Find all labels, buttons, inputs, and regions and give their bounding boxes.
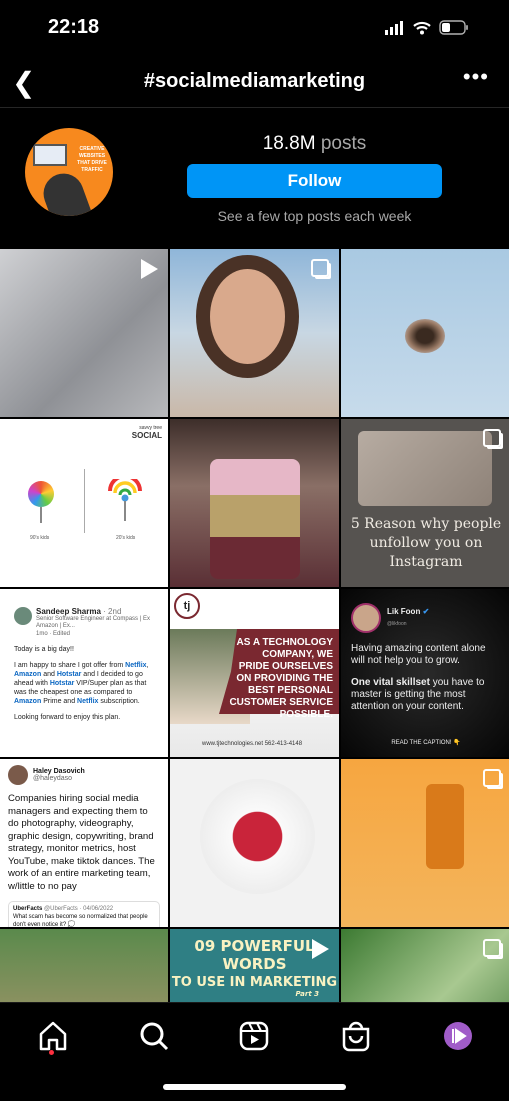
verified-icon: ✔: [422, 607, 430, 616]
reel-icon: [141, 259, 158, 279]
post-tile[interactable]: tj As a technology company, we pride ours…: [170, 589, 339, 757]
post-tile[interactable]: [170, 249, 339, 417]
clock: 22:18: [48, 16, 100, 38]
header: ❮ #socialmediamarketing •••: [0, 56, 509, 108]
post-tile[interactable]: Lik Foon ✔ @likfoon Having amazing conten…: [341, 589, 509, 757]
carousel-icon: [483, 939, 501, 957]
post-tile[interactable]: 5 Reason why people unfollow you on Inst…: [341, 419, 509, 587]
post-tile[interactable]: Sandeep Sharma · 2nd Senior Software Eng…: [0, 589, 168, 757]
post-tile[interactable]: [341, 249, 509, 417]
avatar: [351, 603, 381, 633]
hashtag-avatar: CREATIVE WEBSITES THAT DRIVE TRAFFIC: [25, 128, 113, 216]
post-tile[interactable]: [170, 759, 339, 927]
shop-icon[interactable]: [338, 1018, 374, 1054]
avatar: [8, 765, 28, 785]
profile-avatar-icon[interactable]: [440, 1018, 476, 1054]
reel-icon: [312, 939, 329, 959]
post-grid: savvy tree SOCIAL 90's kids 20's kids 5 …: [0, 249, 509, 1002]
post-tile[interactable]: [170, 419, 339, 587]
post-tile[interactable]: Haley Dasovich @haleydaso Companies hirin…: [0, 759, 168, 927]
more-options-icon[interactable]: •••: [463, 64, 489, 90]
post-tile[interactable]: 09 POWERFUL WORDS TO USE IN MARKETING Pa…: [170, 929, 339, 1002]
status-bar: 22:18: [0, 0, 509, 56]
carousel-icon: [311, 259, 329, 277]
home-indicator[interactable]: [163, 1084, 346, 1090]
carousel-icon: [483, 769, 501, 787]
post-tile[interactable]: [0, 249, 168, 417]
avatar: [14, 607, 32, 625]
search-icon[interactable]: [136, 1018, 172, 1054]
post-tile[interactable]: savvy tree SOCIAL 90's kids 20's kids: [0, 419, 168, 587]
post-tile[interactable]: [0, 929, 168, 1002]
signal-icon: [385, 20, 403, 35]
follow-button[interactable]: Follow: [187, 164, 442, 198]
battery-icon: [439, 20, 468, 35]
reels-icon[interactable]: [236, 1018, 272, 1054]
wifi-icon: [413, 21, 431, 34]
post-count: 18.8M posts: [262, 133, 367, 154]
page-title: #socialmediamarketing: [143, 70, 366, 92]
home-icon[interactable]: [35, 1018, 71, 1054]
post-tile[interactable]: [341, 759, 509, 927]
carousel-icon: [483, 429, 501, 447]
follow-note: See a few top posts each week: [217, 208, 412, 224]
post-tile[interactable]: [341, 929, 509, 1002]
notification-dot: [49, 1050, 54, 1055]
